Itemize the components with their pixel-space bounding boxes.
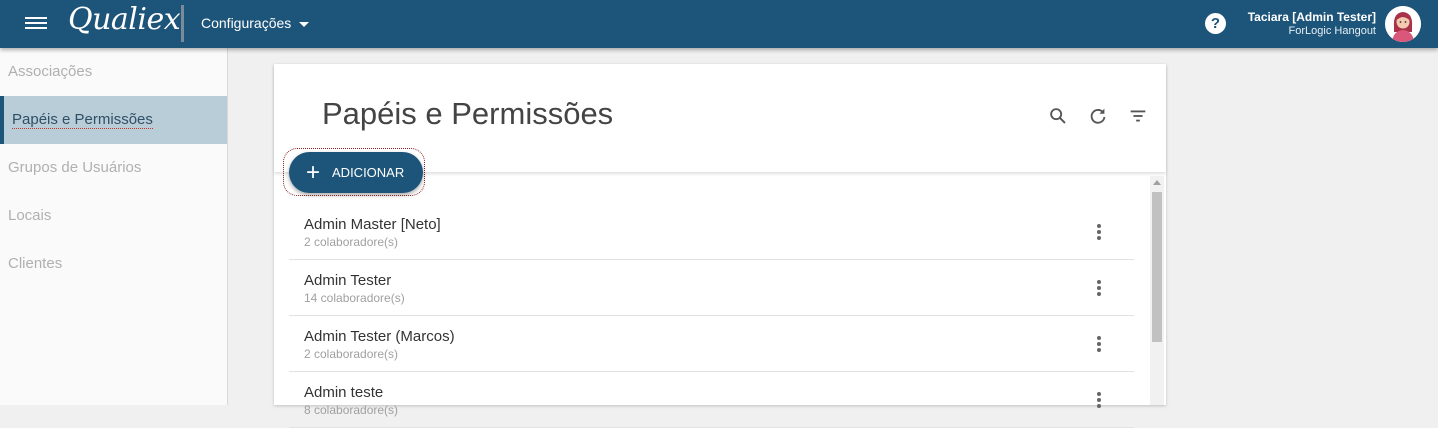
- role-member-count: 2 colaboradore(s): [304, 347, 399, 361]
- sidebar-nav: Associações Papéis e Permissões Grupos d…: [0, 48, 228, 405]
- refresh-icon[interactable]: [1087, 105, 1109, 127]
- scroll-thumb[interactable]: [1152, 192, 1162, 342]
- page-title: Papéis e Permissões: [322, 96, 614, 131]
- sidebar-item-associacoes[interactable]: Associações: [0, 48, 227, 96]
- role-name: Admin teste: [304, 384, 384, 401]
- add-button-label: ADICIONAR: [332, 165, 405, 180]
- user-name: Taciara [Admin Tester]: [1247, 10, 1376, 24]
- role-name: Admin Tester: [304, 272, 392, 289]
- sidebar-item-grupos-usuarios[interactable]: Grupos de Usuários: [0, 144, 227, 192]
- role-name: Admin Tester (Marcos): [304, 328, 455, 345]
- sidebar-item-label: Papéis e Permissões: [12, 111, 153, 129]
- top-app-bar: Qualiex Configurações ? Taciara [Admin T…: [0, 0, 1438, 48]
- sidebar-item-label: Locais: [8, 207, 52, 224]
- sidebar-item-label: Associações: [8, 63, 93, 80]
- menu-icon[interactable]: [25, 14, 47, 34]
- filter-icon[interactable]: [1127, 105, 1149, 127]
- config-menu-label: Configurações: [201, 15, 292, 31]
- sidebar-item-label: Clientes: [8, 255, 63, 272]
- plus-icon: +: [306, 158, 321, 186]
- list-item[interactable]: Admin Tester 14 colaboradore(s): [289, 260, 1134, 316]
- role-member-count: 8 colaboradore(s): [304, 403, 399, 417]
- more-vert-icon[interactable]: [1095, 392, 1103, 410]
- more-vert-icon[interactable]: [1095, 336, 1103, 354]
- add-button-focus-ring: + ADICIONAR: [283, 148, 425, 196]
- role-member-count: 2 colaboradore(s): [304, 235, 399, 249]
- avatar[interactable]: [1385, 6, 1421, 42]
- scroll-up-arrow-icon[interactable]: [1153, 180, 1161, 185]
- sidebar-item-locais[interactable]: Locais: [0, 192, 227, 240]
- more-vert-icon[interactable]: [1095, 224, 1103, 242]
- role-member-count: 14 colaboradore(s): [304, 291, 405, 305]
- avatar-image: [1385, 6, 1421, 42]
- config-menu-button[interactable]: Configurações: [201, 15, 310, 31]
- more-vert-icon[interactable]: [1095, 280, 1103, 298]
- sidebar-item-label: Grupos de Usuários: [8, 159, 142, 176]
- roles-card: Papéis e Permissões + ADICIONAR Admin Ma…: [274, 64, 1166, 428]
- sidebar-item-papeis-permissoes[interactable]: Papéis e Permissões: [0, 96, 227, 144]
- user-company: ForLogic Hangout: [1288, 25, 1376, 37]
- sidebar-item-clientes[interactable]: Clientes: [0, 240, 227, 288]
- list-item[interactable]: Admin Tester (Marcos) 2 colaboradore(s): [289, 316, 1134, 372]
- roles-list: Admin Master [Neto] 2 colaboradore(s) Ad…: [289, 204, 1134, 428]
- list-item[interactable]: Admin teste 8 colaboradore(s): [289, 372, 1134, 428]
- help-icon[interactable]: ?: [1205, 13, 1226, 34]
- list-scrollbar[interactable]: [1150, 176, 1164, 405]
- role-name: Admin Master [Neto]: [304, 216, 441, 233]
- list-item[interactable]: Admin Master [Neto] 2 colaboradore(s): [289, 204, 1134, 260]
- add-button[interactable]: + ADICIONAR: [289, 152, 423, 193]
- search-icon[interactable]: [1047, 105, 1069, 127]
- header-divider: [181, 5, 184, 42]
- user-info[interactable]: Taciara [Admin Tester] ForLogic Hangout: [1248, 10, 1376, 38]
- chevron-down-icon: [299, 21, 310, 27]
- app-logo[interactable]: Qualiex: [68, 2, 181, 37]
